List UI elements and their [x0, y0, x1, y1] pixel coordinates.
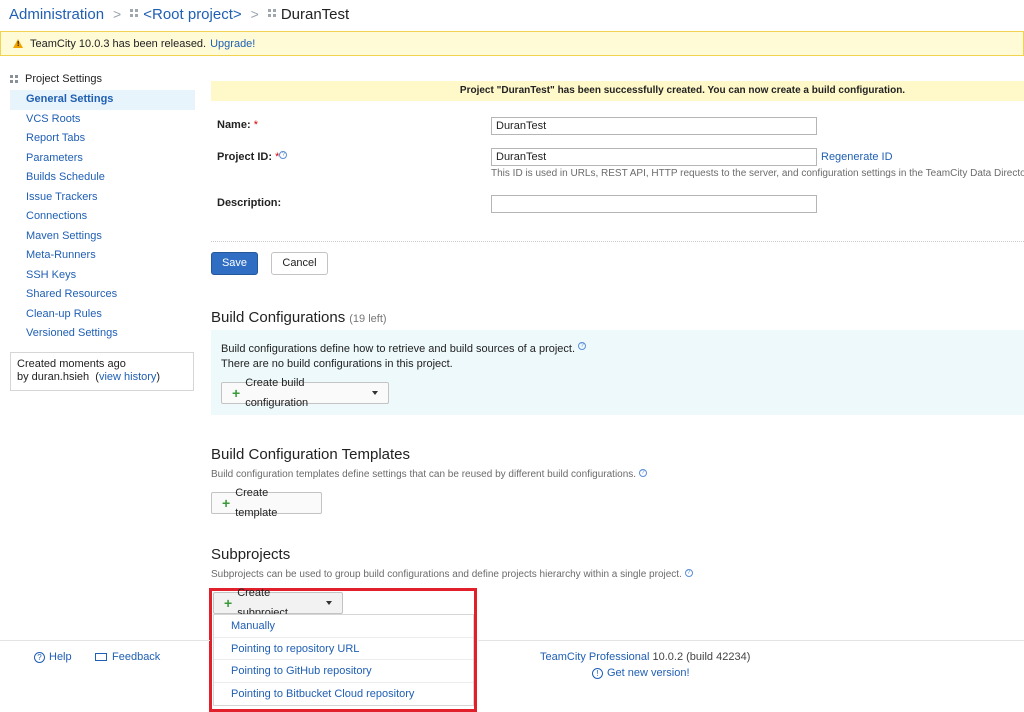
breadcrumb-current: DuranTest: [280, 5, 350, 23]
created-by: by duran.hsieh (view history): [17, 371, 161, 383]
release-banner: ! TeamCity 10.0.3 has been released. Upg…: [0, 31, 1024, 56]
sidebar-item-connections[interactable]: Connections: [10, 207, 195, 227]
plus-icon: +: [232, 385, 241, 401]
build-configurations-title: Build Configurations (19 left): [211, 309, 387, 326]
sidebar-item-shared-resources[interactable]: Shared Resources: [10, 285, 195, 305]
description-label: Description:: [217, 197, 282, 209]
sidebar-item-versioned-settings[interactable]: Versioned Settings: [10, 324, 195, 344]
help-link[interactable]: ? Help: [34, 651, 72, 663]
version-info: TeamCity Professional 10.0.2 (build 4223…: [540, 651, 750, 663]
plus-icon: +: [222, 495, 231, 511]
sidebar-item-meta-runners[interactable]: Meta-Runners: [10, 246, 195, 266]
name-input[interactable]: [491, 117, 817, 135]
menu-item-repository-url[interactable]: Pointing to repository URL: [214, 638, 473, 660]
sidebar-item-builds-schedule[interactable]: Builds Schedule: [10, 168, 195, 188]
templates-title: Build Configuration Templates: [211, 446, 411, 463]
create-subproject-button[interactable]: + Create subproject: [213, 587, 343, 619]
mail-icon: [95, 653, 107, 661]
breadcrumb-separator: >: [250, 6, 259, 22]
footer-divider: [0, 640, 210, 641]
templates-desc: Build configuration templates define set…: [211, 469, 647, 480]
breadcrumb: Administration > <Root project> > DuranT…: [9, 3, 349, 25]
sidebar-item-parameters[interactable]: Parameters: [10, 149, 195, 169]
sidebar-item-maven-settings[interactable]: Maven Settings: [10, 227, 195, 247]
view-history-link[interactable]: view history: [99, 371, 156, 383]
description-input[interactable]: [491, 195, 817, 213]
project-id-input[interactable]: [491, 148, 817, 166]
sidebar-item-general-settings[interactable]: General Settings: [10, 90, 195, 110]
warning-icon: !: [13, 39, 23, 48]
project-id-label: Project ID: *?: [217, 151, 288, 163]
help-icon[interactable]: ?: [638, 469, 647, 477]
plus-icon: +: [224, 595, 233, 611]
sidebar-item-vcs-roots[interactable]: VCS Roots: [10, 110, 195, 130]
regenerate-id-link[interactable]: Regenerate ID: [821, 151, 893, 163]
sidebar-item-report-tabs[interactable]: Report Tabs: [10, 129, 195, 149]
subprojects-desc: Subprojects can be used to group build c…: [211, 569, 693, 580]
sidebar-title: Project Settings: [10, 72, 195, 86]
product-link[interactable]: TeamCity Professional: [540, 651, 649, 663]
sidebar-item-clean-up-rules[interactable]: Clean-up Rules: [10, 305, 195, 325]
banner-text: TeamCity 10.0.3 has been released.: [30, 37, 207, 50]
save-button[interactable]: Save: [211, 252, 258, 275]
version-text: 10.0.2 (build 42234): [652, 651, 751, 663]
chevron-down-icon: [372, 391, 378, 395]
help-icon[interactable]: ?: [684, 569, 693, 577]
chevron-down-icon: [326, 601, 332, 605]
menu-item-bitbucket-repository[interactable]: Pointing to Bitbucket Cloud repository: [214, 683, 473, 706]
breadcrumb-separator: >: [113, 6, 122, 22]
history-box: Created moments ago by duran.hsieh (view…: [10, 352, 194, 391]
menu-item-github-repository[interactable]: Pointing to GitHub repository: [214, 660, 473, 683]
name-label: Name: *: [217, 119, 258, 131]
created-text: Created moments ago: [17, 358, 126, 370]
breadcrumb-administration-link[interactable]: Administration: [9, 6, 104, 23]
help-icon[interactable]: ?: [279, 151, 288, 159]
menu-item-manually[interactable]: Manually: [214, 615, 473, 638]
footer-divider: [478, 640, 1024, 641]
feedback-link[interactable]: Feedback: [95, 651, 160, 663]
sidebar-item-issue-trackers[interactable]: Issue Trackers: [10, 188, 195, 208]
cancel-button[interactable]: Cancel: [271, 252, 328, 275]
project-icon: [267, 9, 276, 17]
sidebar: Project Settings General Settings VCS Ro…: [10, 72, 195, 344]
success-message: Project "DuranTest" has been successfull…: [211, 81, 1024, 101]
create-template-button[interactable]: + Create template: [211, 487, 322, 519]
project-icon: [130, 9, 139, 17]
grid-icon: [10, 74, 19, 84]
info-icon: !: [592, 667, 603, 679]
project-id-note: This ID is used in URLs, REST API, HTTP …: [491, 168, 1024, 179]
help-icon[interactable]: ?: [578, 342, 587, 350]
subproject-menu: Manually Pointing to repository URL Poin…: [213, 614, 474, 706]
sidebar-item-ssh-keys[interactable]: SSH Keys: [10, 266, 195, 286]
no-build-configurations-text: There are no build configurations in thi…: [221, 358, 453, 370]
subprojects-title: Subprojects: [211, 546, 291, 563]
build-configurations-box: Build configurations define how to retri…: [211, 330, 1024, 415]
create-build-configuration-button[interactable]: + Create build configuration: [221, 377, 389, 409]
sidebar-nav: General Settings VCS Roots Report Tabs P…: [10, 90, 195, 344]
build-configurations-desc: Build configurations define how to retri…: [221, 342, 587, 357]
get-new-version-link[interactable]: ! Get new version!: [592, 667, 690, 679]
upgrade-link[interactable]: Upgrade!: [210, 38, 255, 50]
divider: [211, 241, 1024, 242]
breadcrumb-root-project-link[interactable]: <Root project>: [143, 6, 241, 23]
help-icon: ?: [34, 651, 45, 663]
